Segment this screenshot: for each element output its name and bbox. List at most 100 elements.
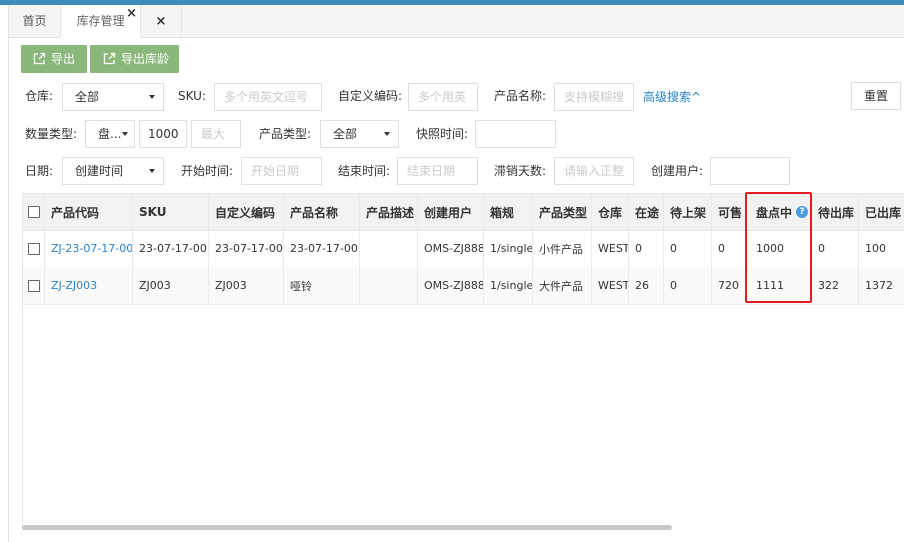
product-name-input[interactable]: 支持模糊搜 bbox=[554, 83, 634, 111]
col-custom-code[interactable]: 自定义编码 bbox=[209, 194, 284, 230]
start-date-placeholder: 开始日期 bbox=[251, 164, 300, 178]
cell-pending-outbound: 322 bbox=[812, 267, 859, 304]
col-sellable[interactable]: 可售 bbox=[712, 194, 748, 230]
product-name-placeholder: 支持模糊搜 bbox=[564, 90, 625, 104]
sku-input[interactable]: 多个用英文逗号 bbox=[214, 83, 322, 111]
snapshot-input[interactable] bbox=[475, 120, 556, 148]
cell-pending-putaway: 0 bbox=[664, 267, 712, 304]
left-border bbox=[8, 5, 9, 542]
select-all-checkbox[interactable] bbox=[28, 206, 40, 218]
cell-shipped: 1372 bbox=[865, 279, 893, 292]
sku-label: SKU: bbox=[178, 89, 206, 103]
product-code-link[interactable]: ZJ-23-07-17-001 bbox=[45, 230, 133, 267]
chevron-down-icon bbox=[149, 95, 155, 99]
cell-in-transit: 0 bbox=[629, 230, 664, 267]
cell-product-desc bbox=[360, 267, 418, 304]
end-date-input[interactable]: 结束日期 bbox=[397, 157, 478, 185]
cell-sellable: 0 bbox=[712, 230, 748, 267]
custom-code-label: 自定义编码: bbox=[338, 89, 403, 103]
table-row: ZJ-23-07-17-001 23-07-17-001 23-07-17-00… bbox=[23, 230, 904, 268]
cell-product-name: 23-07-17-001 bbox=[284, 230, 360, 267]
help-icon[interactable]: ? bbox=[796, 206, 809, 218]
qty-max-placeholder: 最大 bbox=[201, 127, 226, 141]
inventory-table: 产品代码 SKU 自定义编码 产品名称 产品描述 创建用户 箱规 产品类型 仓库… bbox=[22, 193, 904, 533]
col-in-transit[interactable]: 在途 bbox=[629, 194, 664, 230]
end-date-placeholder: 结束日期 bbox=[407, 164, 456, 178]
cell-carton-spec: 1/single bbox=[484, 230, 533, 267]
col-product-name[interactable]: 产品名称 bbox=[284, 194, 360, 230]
cell-custom-code: 23-07-17-001 bbox=[209, 230, 284, 267]
col-product-code[interactable]: 产品代码 bbox=[45, 194, 133, 230]
cell-shipped: 100 bbox=[865, 242, 886, 255]
cell-counting: 1111 bbox=[748, 267, 812, 304]
qty-type-label: 数量类型: bbox=[25, 127, 78, 141]
warehouse-value: 全部 bbox=[75, 90, 100, 104]
sku-placeholder: 多个用英文逗号 bbox=[224, 90, 309, 104]
tab-home[interactable]: 首页 bbox=[9, 5, 61, 37]
cell-pending-outbound: 0 bbox=[812, 230, 859, 267]
table-header: 产品代码 SKU 自定义编码 产品名称 产品描述 创建用户 箱规 产品类型 仓库… bbox=[23, 194, 904, 231]
cell-warehouse: WEST bbox=[592, 230, 629, 267]
tab-inventory[interactable]: 库存管理 × bbox=[61, 5, 141, 38]
creator-label: 创建用户: bbox=[651, 164, 704, 178]
col-pending-putaway[interactable]: 待上架 bbox=[664, 194, 712, 230]
row-checkbox-cell[interactable] bbox=[23, 230, 45, 267]
start-time-label: 开始时间: bbox=[181, 164, 234, 178]
product-type-label: 产品类型: bbox=[259, 127, 312, 141]
col-carton-spec[interactable]: 箱规 bbox=[484, 194, 533, 230]
export-age-button[interactable]: 导出库龄 bbox=[90, 45, 179, 73]
custom-code-placeholder: 多个用英 bbox=[418, 90, 467, 104]
date-type-value: 创建时间 bbox=[75, 164, 124, 178]
col-pending-outbound[interactable]: 待出库 bbox=[812, 194, 859, 230]
warehouse-select[interactable]: 全部 bbox=[62, 83, 164, 111]
close-icon[interactable]: × bbox=[126, 0, 137, 30]
start-date-input[interactable]: 开始日期 bbox=[241, 157, 322, 185]
select-all-checkbox-cell[interactable] bbox=[23, 194, 45, 230]
close-all-tabs-icon[interactable]: × bbox=[141, 5, 182, 37]
cell-creator: OMS-ZJ888 bbox=[418, 267, 484, 304]
row-checkbox[interactable] bbox=[28, 279, 40, 292]
export-label: 导出 bbox=[51, 52, 76, 66]
cell-warehouse: WEST bbox=[592, 267, 629, 304]
creator-input[interactable] bbox=[710, 157, 790, 185]
col-sku[interactable]: SKU bbox=[133, 194, 209, 230]
cell-pending-putaway: 0 bbox=[664, 230, 712, 267]
chevron-down-icon bbox=[122, 132, 128, 136]
date-label: 日期: bbox=[25, 164, 54, 178]
col-shipped[interactable]: 已出库 bbox=[859, 194, 904, 230]
product-type-select[interactable]: 全部 bbox=[320, 120, 399, 148]
col-counting[interactable]: 盘点中? bbox=[748, 194, 812, 230]
slow-days-input[interactable]: 请输入正整 bbox=[554, 157, 634, 185]
cell-in-transit: 26 bbox=[629, 267, 664, 304]
qty-type-select[interactable]: 盘... bbox=[85, 120, 135, 148]
product-code-link[interactable]: ZJ-ZJ003 bbox=[45, 267, 133, 304]
qty-min-value: 1000 bbox=[148, 127, 179, 141]
product-type-value: 全部 bbox=[333, 127, 358, 141]
horizontal-scrollbar[interactable] bbox=[22, 525, 672, 530]
cell-product-name: 哑铃 bbox=[284, 267, 360, 304]
reset-button[interactable]: 重置 bbox=[851, 82, 901, 110]
end-time-label: 结束时间: bbox=[338, 164, 391, 178]
slow-days-placeholder: 请输入正整 bbox=[564, 164, 625, 178]
col-creator[interactable]: 创建用户 bbox=[418, 194, 484, 230]
qty-min-input[interactable]: 1000 bbox=[139, 120, 187, 148]
cell-product-type: 小件产品 bbox=[533, 230, 592, 267]
custom-code-input[interactable]: 多个用英 bbox=[408, 83, 478, 111]
export-button[interactable]: 导出 bbox=[21, 45, 87, 73]
slow-days-label: 滞销天数: bbox=[494, 164, 547, 178]
qty-max-input[interactable]: 最大 bbox=[191, 120, 241, 148]
cell-sku: ZJ003 bbox=[133, 267, 209, 304]
col-warehouse[interactable]: 仓库 bbox=[592, 194, 629, 230]
date-type-select[interactable]: 创建时间 bbox=[62, 157, 164, 185]
advanced-search-link[interactable]: 高级搜索^ bbox=[643, 88, 701, 105]
cell-carton-spec: 1/single bbox=[484, 267, 533, 304]
row-checkbox[interactable] bbox=[28, 242, 40, 255]
col-product-type[interactable]: 产品类型 bbox=[533, 194, 592, 230]
col-product-desc[interactable]: 产品描述 bbox=[360, 194, 418, 230]
chevron-down-icon bbox=[384, 132, 390, 136]
tab-bar: 首页 库存管理 × × bbox=[9, 5, 904, 38]
product-name-label: 产品名称: bbox=[494, 89, 547, 103]
row-checkbox-cell[interactable] bbox=[23, 267, 45, 304]
export-age-label: 导出库龄 bbox=[121, 52, 170, 66]
cell-creator: OMS-ZJ888 bbox=[418, 230, 484, 267]
